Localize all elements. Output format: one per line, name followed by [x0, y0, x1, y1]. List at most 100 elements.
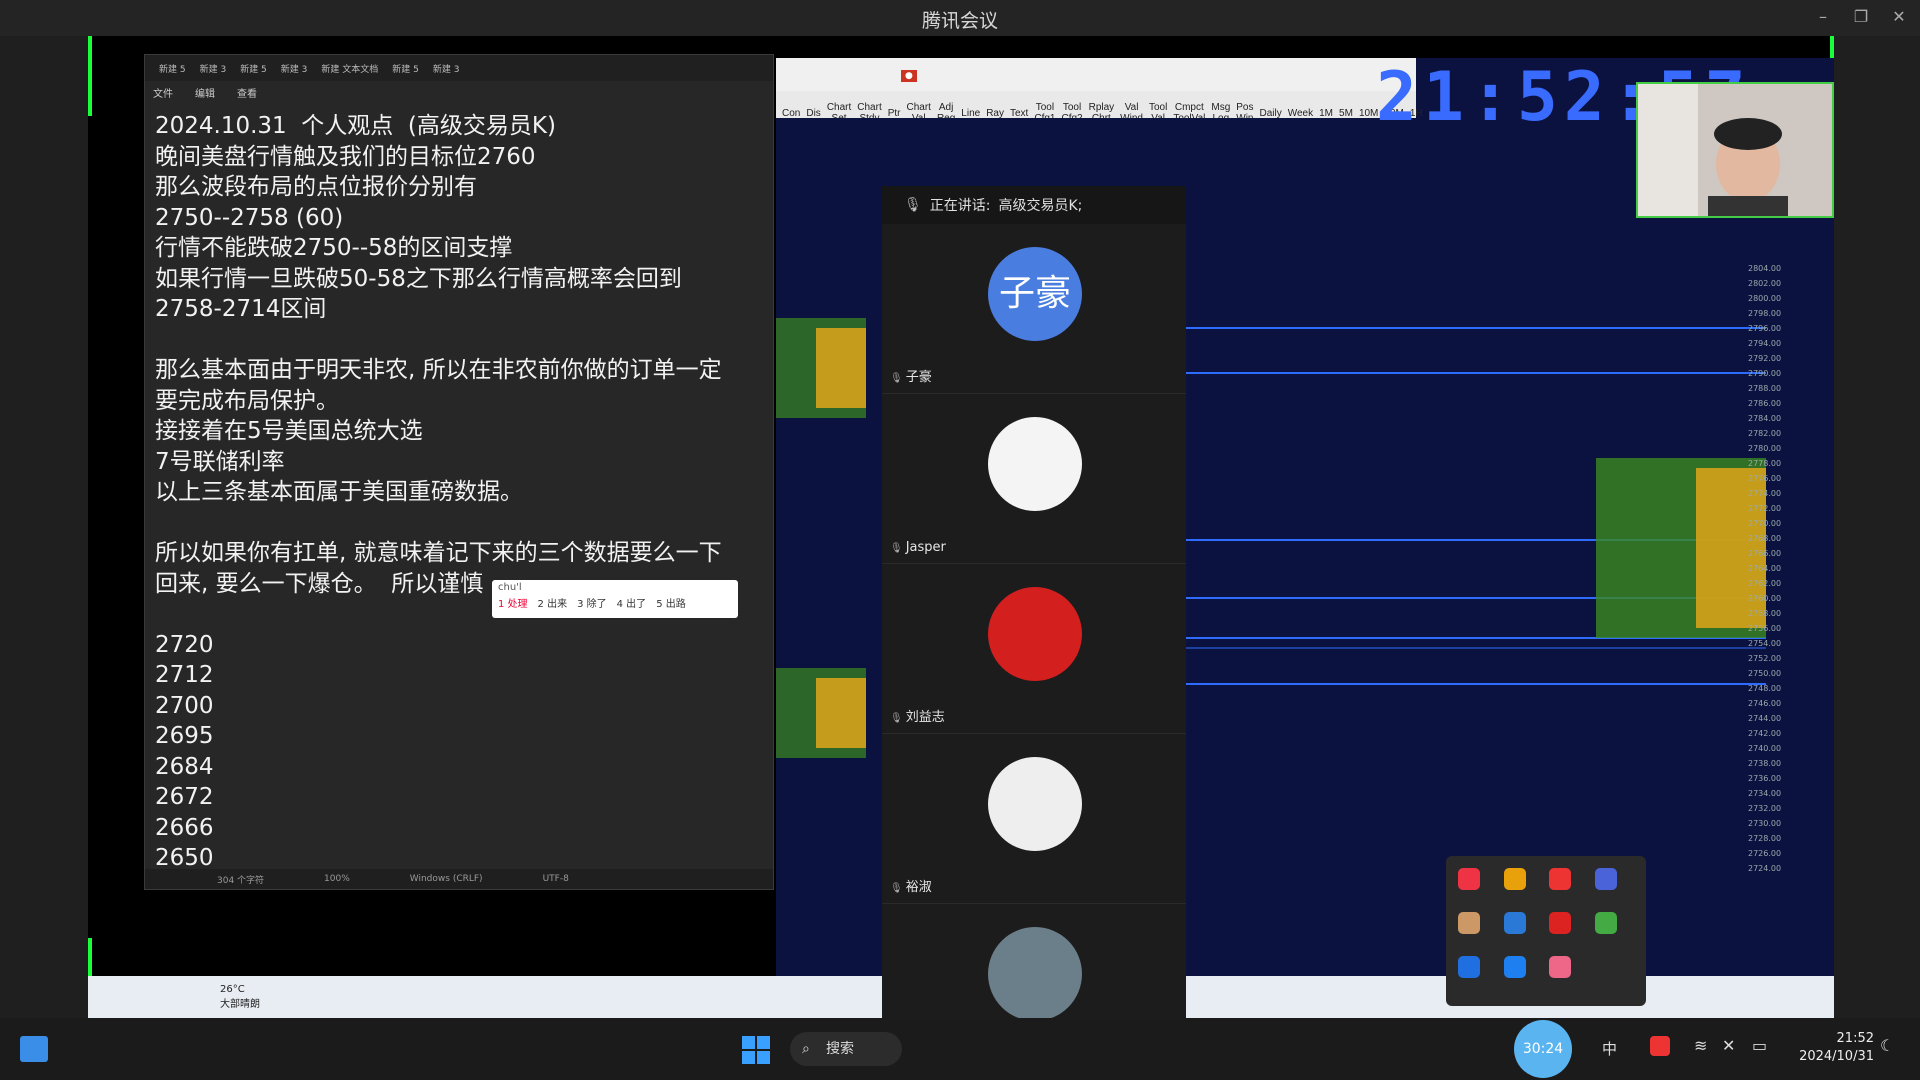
notepad-tab[interactable]: 新建 5	[392, 62, 419, 75]
app-tray-icon[interactable]	[1503, 912, 1526, 934]
price-tick: 2744.00	[1748, 714, 1782, 723]
teams-tray-icon[interactable]	[1594, 868, 1617, 890]
notepad-tab[interactable]: 新建 5	[159, 62, 186, 75]
price-tick: 2732.00	[1748, 804, 1782, 813]
bluetooth-icon[interactable]	[1458, 956, 1480, 978]
app-tray-icon[interactable]	[1549, 912, 1571, 934]
chart-tool-button[interactable]: Daily	[1260, 108, 1282, 119]
participant-list: 子豪子豪Jasper刘益志裕淑Jason	[882, 224, 1186, 1074]
participant-tile[interactable]: Jasper	[882, 394, 1186, 564]
price-tick: 2782.00	[1748, 429, 1782, 438]
price-tick: 2766.00	[1748, 549, 1782, 558]
volume-muted-icon[interactable]: ✕	[1722, 1036, 1735, 1055]
notepad-status-item: 100%	[324, 874, 350, 884]
price-tick: 2762.00	[1748, 579, 1782, 588]
price-tick: 2774.00	[1748, 489, 1782, 498]
notepad-menu-item[interactable]: 查看	[237, 85, 257, 100]
app-tray-icon[interactable]	[1594, 912, 1617, 934]
price-axis: 2804.00 2802.00 2800.00 2798.00 2796.00 2794.…	[1748, 264, 1788, 884]
notepad-window[interactable]: 新建 5 新建 3 新建 5 新建 3 新建 文本文档 新建 5 新建 3 文件 编辑 查看 2…	[144, 54, 774, 890]
avatar: 子豪	[988, 247, 1082, 341]
meeting-tray-icon[interactable]	[1503, 956, 1526, 978]
ime-candidates[interactable]: 1 处理 2 出来 3 除了 4 出了 5 出路	[492, 595, 738, 610]
chart-tool-button[interactable]: 1M	[1319, 108, 1333, 119]
ime-candidate[interactable]: 4 出了	[617, 595, 647, 610]
price-tick: 2726.00	[1748, 849, 1782, 858]
shield-tray-icon[interactable]	[1503, 868, 1526, 890]
wifi-icon[interactable]: ≋	[1694, 1036, 1707, 1055]
chart-tool-button[interactable]: Week	[1288, 108, 1313, 119]
notepad-status-bar: 304 个字符 100% Windows (CRLF) UTF-8	[145, 869, 773, 889]
webcam-feed-icon	[1638, 84, 1832, 218]
participant-tile[interactable]: 裕淑	[882, 734, 1186, 904]
price-tick: 2752.00	[1748, 654, 1782, 663]
participant-tile[interactable]: 刘益志	[882, 564, 1186, 734]
price-tick: 2764.00	[1748, 564, 1782, 573]
price-tick: 2734.00	[1748, 789, 1782, 798]
battery-icon[interactable]: ▭	[1752, 1036, 1767, 1055]
price-tick: 2804.00	[1748, 264, 1782, 273]
price-tick: 2724.00	[1748, 864, 1782, 873]
sogou-icon[interactable]	[1650, 1036, 1670, 1056]
minimize-icon[interactable]: –	[1808, 4, 1838, 30]
price-tick: 2754.00	[1748, 639, 1782, 648]
share-border	[88, 36, 92, 116]
price-tick: 2792.00	[1748, 354, 1782, 363]
chart-tool-button[interactable]: Con	[782, 108, 800, 119]
speaker-webcam	[1636, 82, 1834, 218]
participants-panel: 🎙 正在讲话: 高级交易员K; 子豪子豪Jasper刘益志裕淑Jason	[882, 186, 1186, 1080]
app-tray-icon[interactable]	[1458, 912, 1480, 934]
avatar	[988, 757, 1082, 851]
chart-tool-button[interactable]: Ray	[986, 108, 1004, 119]
price-tick: 2796.00	[1748, 324, 1782, 333]
price-tick: 2794.00	[1748, 339, 1782, 348]
chart-tool-button[interactable]: Ptr	[888, 108, 901, 119]
ime-candidate[interactable]: 5 出路	[656, 595, 686, 610]
price-tick: 2748.00	[1748, 684, 1782, 693]
ime-candidate-popup[interactable]: chu'l 1 处理 2 出来 3 除了 4 出了 5 出路	[492, 580, 738, 618]
ime-indicator[interactable]: 中	[1602, 1038, 1617, 1059]
widgets-icon[interactable]	[20, 1036, 48, 1062]
participant-tile[interactable]: 子豪子豪	[882, 224, 1186, 394]
recording-badge: ●	[901, 70, 917, 82]
notepad-menu-item[interactable]: 编辑	[195, 85, 215, 100]
notification-icon[interactable]: ☾	[1880, 1036, 1894, 1055]
maximize-icon[interactable]: ❐	[1846, 4, 1876, 30]
notepad-tabs: 新建 5 新建 3 新建 5 新建 3 新建 文本文档 新建 5 新建 3	[145, 55, 773, 81]
notepad-menu-item[interactable]: 文件	[153, 85, 173, 100]
price-tick: 2746.00	[1748, 699, 1782, 708]
price-tick: 2760.00	[1748, 594, 1782, 603]
sogou-tray-icon[interactable]	[1549, 868, 1571, 890]
weather-widget[interactable]: 26°C 大部晴朗	[220, 984, 260, 1010]
search-button[interactable]: ⌕ 搜索	[790, 1032, 902, 1066]
meeting-timer[interactable]: 30:24	[1514, 1020, 1572, 1078]
system-clock[interactable]: 21:52 2024/10/31	[1794, 1030, 1874, 1066]
participant-name: 子豪	[890, 366, 932, 385]
notepad-status-item: UTF-8	[542, 874, 569, 884]
price-tick: 2756.00	[1748, 624, 1782, 633]
notepad-tab[interactable]: 新建 3	[433, 62, 460, 75]
price-tick: 2790.00	[1748, 369, 1782, 378]
app-tray-icon[interactable]	[1549, 956, 1571, 978]
price-tick: 2736.00	[1748, 774, 1782, 783]
close-icon[interactable]: ✕	[1884, 4, 1914, 30]
notepad-text[interactable]: 2024.10.31 个人观点 (高级交易员K) 晚间美盘行情触及我们的目标位2…	[145, 103, 773, 882]
tray-overflow-popup	[1446, 856, 1646, 1006]
start-icon[interactable]	[742, 1036, 770, 1064]
notepad-tab[interactable]: 新建 3	[200, 62, 227, 75]
chart-tool-button[interactable]: 5M	[1339, 108, 1353, 119]
price-tick: 2750.00	[1748, 669, 1782, 678]
notepad-tab[interactable]: 新建 3	[281, 62, 308, 75]
chart-tool-button[interactable]: Line	[961, 108, 980, 119]
speaking-indicator: 🎙 正在讲话: 高级交易员K;	[882, 186, 1186, 224]
ime-candidate[interactable]: 1 处理	[498, 595, 528, 610]
price-tick: 2730.00	[1748, 819, 1782, 828]
notepad-tab[interactable]: 新建 5	[240, 62, 267, 75]
notepad-tab[interactable]: 新建 文本文档	[321, 62, 378, 75]
chart-tool-button[interactable]: Text	[1010, 108, 1028, 119]
ime-candidate[interactable]: 2 出来	[538, 595, 568, 610]
app-tray-icon[interactable]	[1458, 868, 1480, 890]
ime-candidate[interactable]: 3 除了	[577, 595, 607, 610]
chart-tool-button[interactable]: Dis	[806, 108, 820, 119]
price-tick: 2770.00	[1748, 519, 1782, 528]
